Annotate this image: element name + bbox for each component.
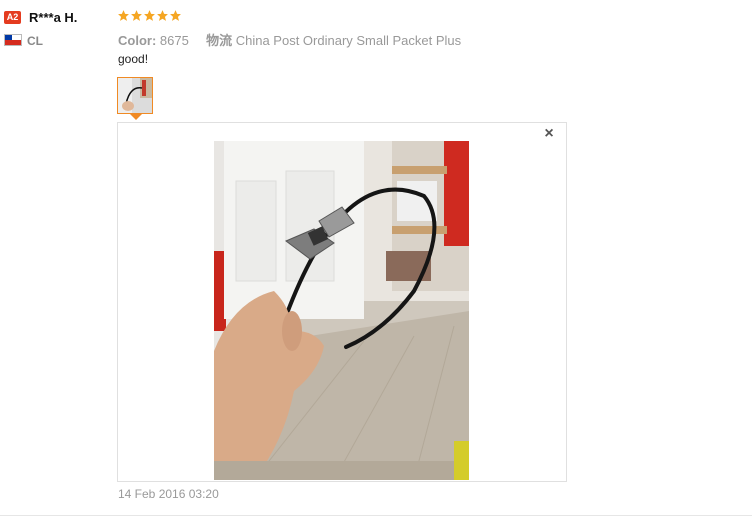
review-date: 14 Feb 2016 03:20 <box>118 487 219 501</box>
review-photo <box>214 141 469 480</box>
star-icon <box>131 10 142 21</box>
divider <box>0 515 752 516</box>
review-text: good! <box>118 52 149 66</box>
attachment-thumbnail[interactable] <box>117 77 153 114</box>
shipping-value: China Post Ordinary Small Packet Plus <box>235 33 462 48</box>
chile-flag-icon <box>4 34 22 46</box>
color-value: 8675 <box>159 33 189 48</box>
reviewer-level-badge: A2 <box>4 11 21 24</box>
reviewer-name: R***a H. <box>29 10 78 25</box>
thumbnail-photo <box>118 78 152 113</box>
star-icon <box>157 10 168 21</box>
close-icon[interactable]: × <box>542 126 556 142</box>
star-icon <box>118 10 129 21</box>
star-icon <box>144 10 155 21</box>
thumbnail-selected-indicator <box>130 114 142 120</box>
color-label: Color: <box>118 33 157 48</box>
star-icon <box>170 10 181 21</box>
star-rating <box>117 9 182 22</box>
reviewer-country: CL <box>27 34 43 48</box>
review-meta: Color: 8675 物流 China Post Ordinary Small… <box>118 30 461 49</box>
shipping-label: 物流 <box>206 33 233 48</box>
